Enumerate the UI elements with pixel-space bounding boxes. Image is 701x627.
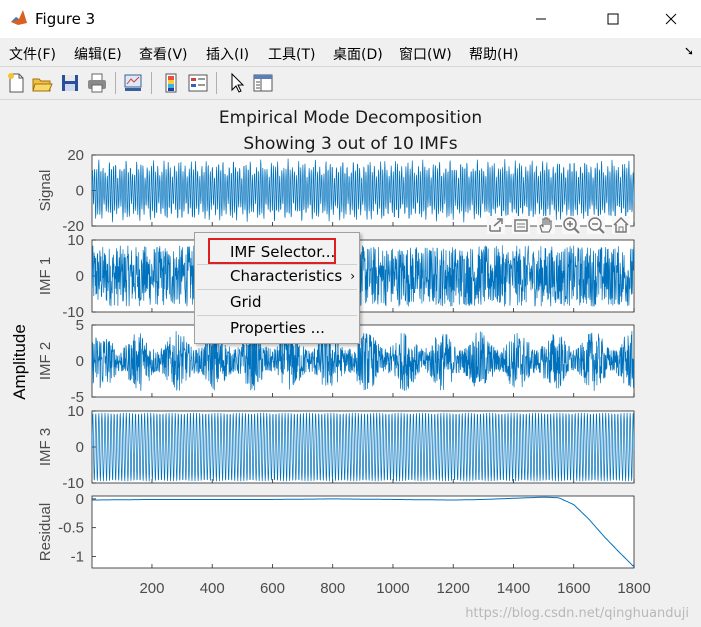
watermark: https://blog.csdn.net/qinghuanduji: [465, 606, 689, 621]
menu-item-characteristics[interactable]: Characteristics: [230, 267, 342, 285]
shared-ylabel: Amplitude: [10, 324, 29, 400]
xtick-label: 1600: [557, 580, 590, 597]
ytick-label: 20: [67, 147, 84, 164]
ytick-label: -1: [71, 548, 84, 565]
xtick-label: 400: [200, 580, 225, 597]
ytick-label: 0: [76, 439, 84, 456]
ytick-label: 10: [67, 403, 84, 420]
ytick-label: 5: [76, 317, 84, 334]
xtick-label: 1000: [376, 580, 409, 597]
brush-icon[interactable]: [512, 216, 530, 234]
ytick-label: 0: [76, 491, 84, 508]
ytick-label: -0.5: [58, 520, 84, 537]
subplot-ylabel: Signal: [37, 170, 54, 212]
menu-separator: [197, 315, 357, 316]
menu-item-grid[interactable]: Grid: [230, 293, 261, 311]
ytick-label: 0: [76, 353, 84, 370]
ytick-label: 0: [76, 268, 84, 285]
zoom-out-icon[interactable]: [587, 216, 605, 234]
axes-box: [91, 495, 635, 569]
xtick-label: 200: [139, 580, 164, 597]
submenu-arrow-icon: ›: [350, 269, 355, 283]
xtick-label: 600: [260, 580, 285, 597]
subplot-ylabel: IMF 1: [37, 257, 54, 295]
export-icon[interactable]: [487, 216, 505, 234]
zoom-in-icon[interactable]: [562, 216, 580, 234]
pan-hand-icon[interactable]: [537, 216, 555, 234]
menu-separator: [197, 289, 357, 290]
subplot-residual[interactable]: 0 -0.5 -1 Residual: [37, 491, 635, 569]
ytick-label: 0: [76, 183, 84, 200]
context-menu: IMF Selector... Characteristics › Grid P…: [194, 232, 360, 344]
xtick-label: 1200: [437, 580, 470, 597]
menu-item-imf-selector[interactable]: IMF Selector...: [230, 243, 335, 261]
subplot-ylabel: IMF 2: [37, 342, 54, 380]
subplot-ylabel: IMF 3: [37, 428, 54, 466]
ytick-label: -10: [62, 475, 84, 492]
subplot-imf-3[interactable]: 10 0 -10 IMF 3: [37, 403, 635, 492]
menu-separator: [197, 264, 357, 265]
menu-item-properties[interactable]: Properties ...: [230, 319, 325, 337]
xtick-label: 1800: [617, 580, 650, 597]
xtick-label: 1400: [497, 580, 530, 597]
subplot-ylabel: Residual: [37, 503, 54, 561]
xtick-label: 800: [320, 580, 345, 597]
home-icon[interactable]: [612, 216, 630, 234]
ytick-label: 10: [67, 232, 84, 249]
